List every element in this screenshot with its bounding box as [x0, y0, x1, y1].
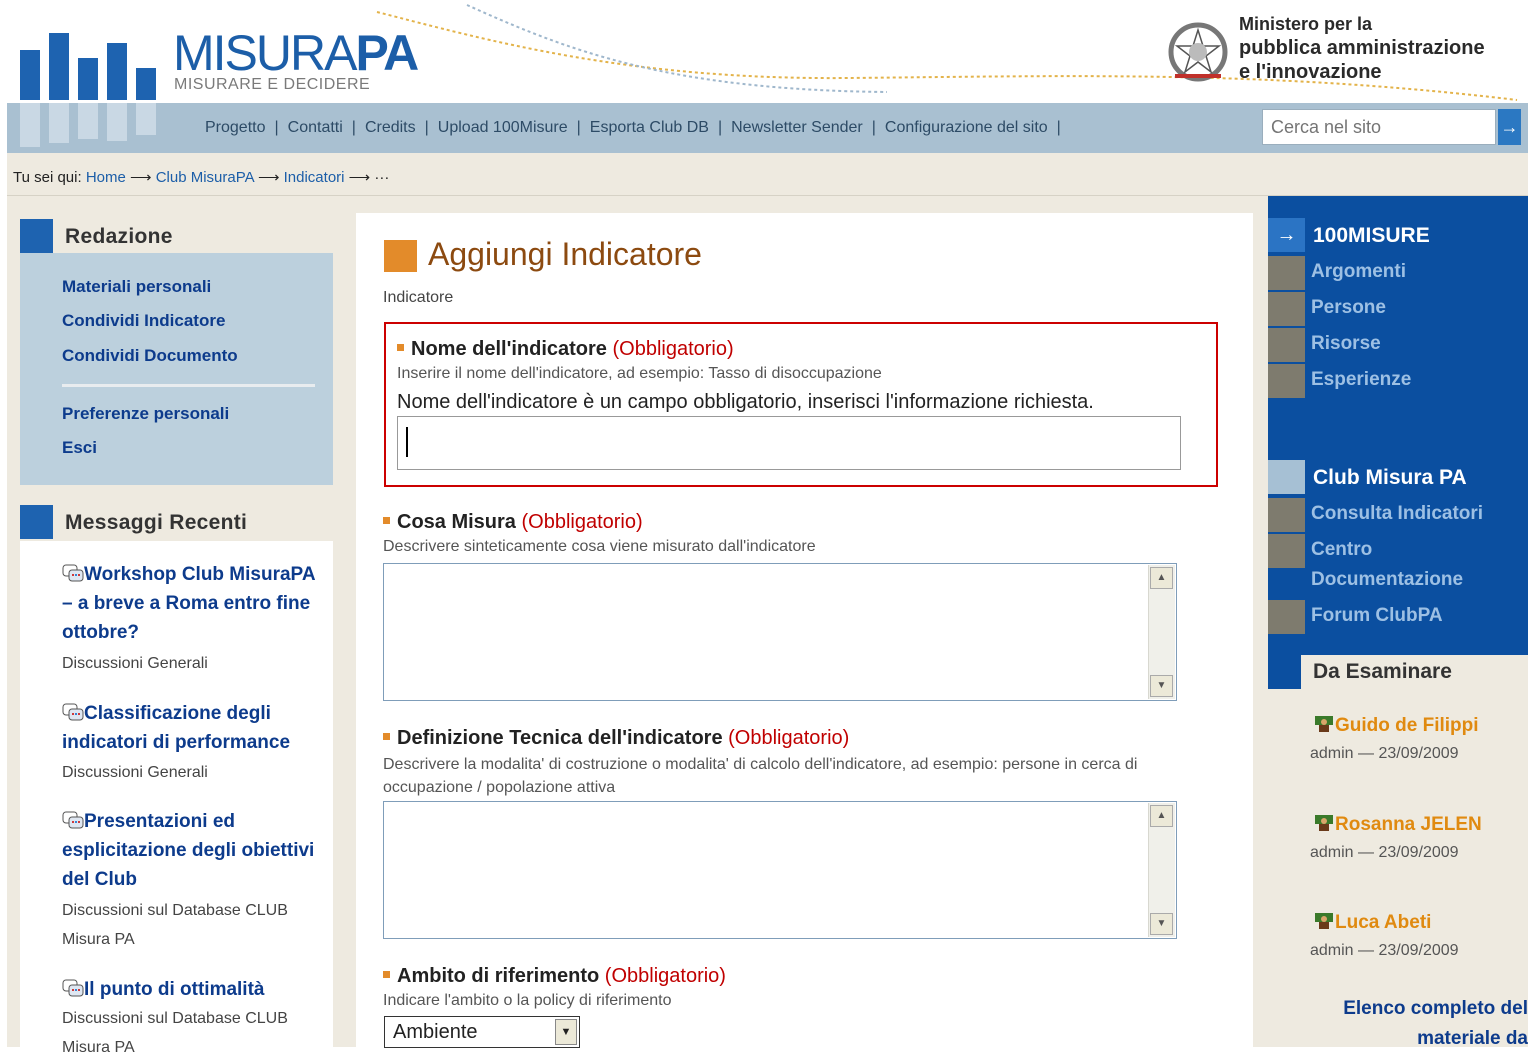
redazione-title: Redazione [65, 225, 173, 248]
link-consulta-indicatori[interactable]: Consulta Indicatori [1311, 499, 1483, 529]
ministry-name: Ministero per la pubblica amministrazion… [1239, 14, 1485, 83]
field-help-nome: Inserire il nome dell'indicatore, ad ese… [397, 365, 882, 382]
review-item-link[interactable]: Luca Abeti [1313, 911, 1431, 934]
messaggi-header: Messaggi Recenti [20, 505, 333, 539]
message-category[interactable]: Discussioni sul Database CLUB Misura PA [62, 896, 332, 954]
link-forum-clubpa[interactable]: Forum ClubPA [1311, 601, 1443, 631]
link-persone[interactable]: Persone [1311, 293, 1386, 323]
ambito-select[interactable]: Ambiente ▼ [384, 1016, 580, 1048]
elenco-completo-link[interactable]: Elenco completo del materiale da [1328, 994, 1528, 1054]
nav-item-upload[interactable]: Upload 100Misure [429, 119, 577, 136]
message-link[interactable]: Classificazione degli indicatori di perf… [62, 699, 322, 757]
scrollbar[interactable]: ▲ ▼ [1148, 565, 1175, 699]
field-help-definizione: Descrivere la modalita' di costruzione o… [383, 756, 1138, 796]
field-error-message: Nome dell'indicatore è un campo obbligat… [397, 391, 1094, 413]
breadcrumb-club[interactable]: Club MisuraPA [156, 169, 254, 186]
nav-item-newsletter[interactable]: Newsletter Sender [722, 119, 872, 136]
breadcrumb-home[interactable]: Home [86, 169, 126, 186]
review-item-link[interactable]: Guido de Filippi [1313, 714, 1479, 737]
link-esci[interactable]: Esci [62, 438, 97, 458]
link-risorse[interactable]: Risorse [1311, 329, 1381, 359]
review-title: Da Esaminare [1313, 660, 1452, 683]
definizione-textarea[interactable]: ▲ ▼ [383, 801, 1177, 939]
title-marker [384, 240, 417, 272]
field-help-cosa: Descrivere sinteticamente cosa viene mis… [383, 538, 816, 555]
review-meta: admin — 23/09/2009 [1310, 844, 1459, 861]
message-category[interactable]: Discussioni sul Database CLUB Misura PA [62, 1004, 332, 1062]
discussion-icon [62, 979, 84, 997]
scroll-up-icon[interactable]: ▲ [1150, 805, 1173, 827]
link-preferenze-personali[interactable]: Preferenze personali [62, 404, 229, 424]
nav-item-credits[interactable]: Credits [356, 119, 425, 136]
nav-logo-reflection [20, 103, 156, 147]
person-icon [1315, 913, 1333, 929]
message-link[interactable]: Presentazioni ed esplicitazione degli ob… [62, 807, 322, 894]
field-label-cosa: Cosa Misura (Obbligatorio) [383, 511, 643, 534]
discussion-icon [62, 811, 84, 829]
nome-input[interactable] [397, 416, 1181, 470]
section-100misure[interactable]: 100MISURE [1313, 224, 1430, 248]
review-meta: admin — 23/09/2009 [1310, 745, 1459, 762]
text-caret [406, 427, 408, 457]
messaggi-title: Messaggi Recenti [65, 511, 248, 534]
scroll-down-icon[interactable]: ▼ [1150, 675, 1173, 697]
field-help-ambito: Indicare l'ambito o la policy di riferim… [383, 992, 672, 1009]
emblem-icon [1168, 22, 1228, 82]
arrow-right-icon: → [1268, 218, 1305, 252]
link-condividi-indicatore[interactable]: Condividi Indicatore [62, 311, 225, 331]
field-label-ambito: Ambito di riferimento (Obbligatorio) [383, 965, 726, 988]
site-header: MISURAPA MISURARE E DECIDERE Ministero p… [7, 0, 1528, 103]
field-label-definizione: Definizione Tecnica dell'indicatore (Obb… [383, 727, 849, 750]
search-button[interactable]: → [1498, 109, 1521, 145]
link-condividi-documento[interactable]: Condividi Documento [62, 346, 238, 366]
nav-item-configurazione[interactable]: Configurazione del sito [876, 119, 1057, 136]
page-title: Aggiungi Indicatore [428, 236, 702, 272]
scroll-up-icon[interactable]: ▲ [1150, 567, 1173, 589]
breadcrumb: Tu sei qui: Home ⟶ Club MisuraPA ⟶ Indic… [13, 169, 390, 186]
nav-item-contatti[interactable]: Contatti [279, 119, 352, 136]
message-category[interactable]: Discussioni Generali [62, 649, 332, 678]
scroll-down-icon[interactable]: ▼ [1150, 913, 1173, 935]
nav-item-esporta[interactable]: Esporta Club DB [581, 119, 718, 136]
scrollbar[interactable]: ▲ ▼ [1148, 803, 1175, 937]
person-icon [1315, 815, 1333, 831]
message-link[interactable]: Il punto di ottimalità [62, 975, 322, 1004]
person-icon [1315, 716, 1333, 732]
breadcrumb-prefix: Tu sei qui: [13, 169, 82, 186]
field-label-nome: Nome dell'indicatore (Obbligatorio) [397, 338, 734, 361]
nav-menu: Progetto | Contatti | Credits | Upload 100Misu… [196, 119, 1061, 137]
logo-tagline: MISURARE E DECIDERE [174, 76, 371, 93]
discussion-icon [62, 564, 84, 582]
review-item-link[interactable]: Rosanna JELEN [1313, 813, 1482, 836]
divider [62, 384, 315, 387]
message-category[interactable]: Discussioni Generali [62, 758, 332, 787]
discussion-icon [62, 703, 84, 721]
breadcrumb-ellipsis: ··· [374, 169, 390, 186]
cosa-textarea[interactable]: ▲ ▼ [383, 563, 1177, 701]
link-centro-documentazione[interactable]: Centro Documentazione [1311, 535, 1521, 595]
link-materiali-personali[interactable]: Materiali personali [62, 277, 211, 297]
redazione-header: Redazione [20, 219, 333, 253]
redazione-panel: Materiali personali Condividi Indicatore… [20, 253, 333, 485]
message-link[interactable]: Workshop Club MisuraPA – a breve a Roma … [62, 560, 322, 647]
form-subtitle: Indicatore [383, 289, 454, 306]
section-club-misura-pa[interactable]: Club Misura PA [1313, 466, 1467, 490]
breadcrumb-indicatori[interactable]: Indicatori [284, 169, 345, 186]
chevron-down-icon[interactable]: ▼ [555, 1019, 577, 1045]
review-header: Da Esaminare [1301, 655, 1528, 690]
messaggi-panel: Workshop Club MisuraPA – a breve a Roma … [20, 541, 333, 1056]
link-argomenti[interactable]: Argomenti [1311, 257, 1406, 287]
review-meta: admin — 23/09/2009 [1310, 942, 1459, 959]
site-logo[interactable]: MISURAPA [173, 28, 419, 78]
nav-item-progetto[interactable]: Progetto [196, 119, 274, 136]
link-esperienze[interactable]: Esperienze [1311, 365, 1411, 395]
search-input[interactable] [1262, 109, 1496, 145]
